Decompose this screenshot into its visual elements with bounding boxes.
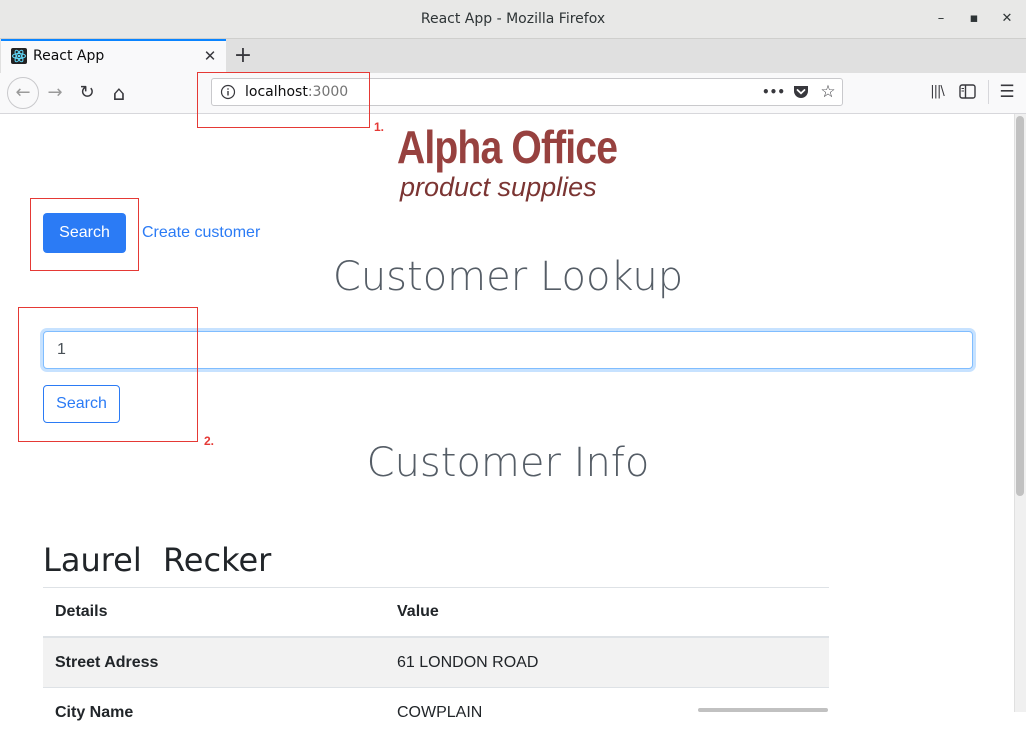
table-header-row: Details Value bbox=[43, 588, 829, 638]
window-title: React App - Mozilla Firefox bbox=[0, 0, 1026, 38]
page-actions-icon[interactable]: ••• bbox=[762, 82, 782, 102]
logo-title: Alpha Office bbox=[397, 120, 593, 174]
vertical-scrollbar-thumb[interactable] bbox=[1016, 116, 1024, 496]
tab-title: React App bbox=[33, 46, 104, 66]
new-tab-button[interactable]: + bbox=[232, 44, 254, 68]
home-button[interactable]: ⌂ bbox=[106, 80, 132, 106]
column-header: Value bbox=[385, 588, 829, 638]
column-header: Details bbox=[43, 588, 385, 638]
toolbar-divider bbox=[988, 80, 989, 104]
maximize-button[interactable]: ▪ bbox=[965, 10, 983, 28]
library-icon[interactable]: |||\ bbox=[927, 82, 947, 102]
customer-last-name: Recker bbox=[163, 540, 271, 580]
detail-key: Street Adress bbox=[43, 637, 385, 688]
table-row: City Name COWPLAIN bbox=[43, 688, 829, 737]
forward-button[interactable]: → bbox=[42, 80, 68, 106]
annotation-box bbox=[197, 72, 370, 128]
minimize-button[interactable]: – bbox=[932, 10, 950, 28]
reload-button[interactable]: ↻ bbox=[74, 80, 100, 106]
annotation-box bbox=[18, 307, 198, 442]
menu-icon[interactable]: ☰ bbox=[997, 82, 1017, 102]
horizontal-scrollbar-thumb[interactable] bbox=[698, 708, 828, 712]
annotation-box bbox=[30, 198, 139, 271]
detail-value: 61 LONDON ROAD bbox=[385, 637, 829, 688]
close-window-button[interactable]: ✕ bbox=[998, 10, 1016, 28]
create-customer-link[interactable]: Create customer bbox=[142, 223, 260, 243]
back-arrow-icon: ← bbox=[10, 80, 36, 106]
detail-value: COWPLAIN bbox=[385, 688, 829, 737]
annotation-label: 1. bbox=[374, 120, 384, 134]
bookmark-star-icon[interactable]: ☆ bbox=[818, 82, 838, 102]
customer-info-heading: Customer Info bbox=[0, 439, 1016, 487]
customer-lookup-heading: Customer Lookup bbox=[0, 253, 1016, 301]
customer-details-table: Details Value Street Adress 61 LONDON RO… bbox=[43, 587, 829, 737]
sidebar-icon[interactable] bbox=[959, 84, 976, 99]
tab-close-icon[interactable]: ✕ bbox=[202, 46, 218, 66]
pocket-icon[interactable] bbox=[792, 84, 810, 100]
detail-key: City Name bbox=[43, 688, 385, 737]
table-row: Street Adress 61 LONDON ROAD bbox=[43, 637, 829, 688]
react-logo-icon bbox=[11, 48, 27, 64]
annotation-label: 2. bbox=[204, 434, 214, 448]
logo-subtitle: product supplies bbox=[400, 172, 597, 203]
customer-first-name: Laurel bbox=[43, 540, 142, 580]
